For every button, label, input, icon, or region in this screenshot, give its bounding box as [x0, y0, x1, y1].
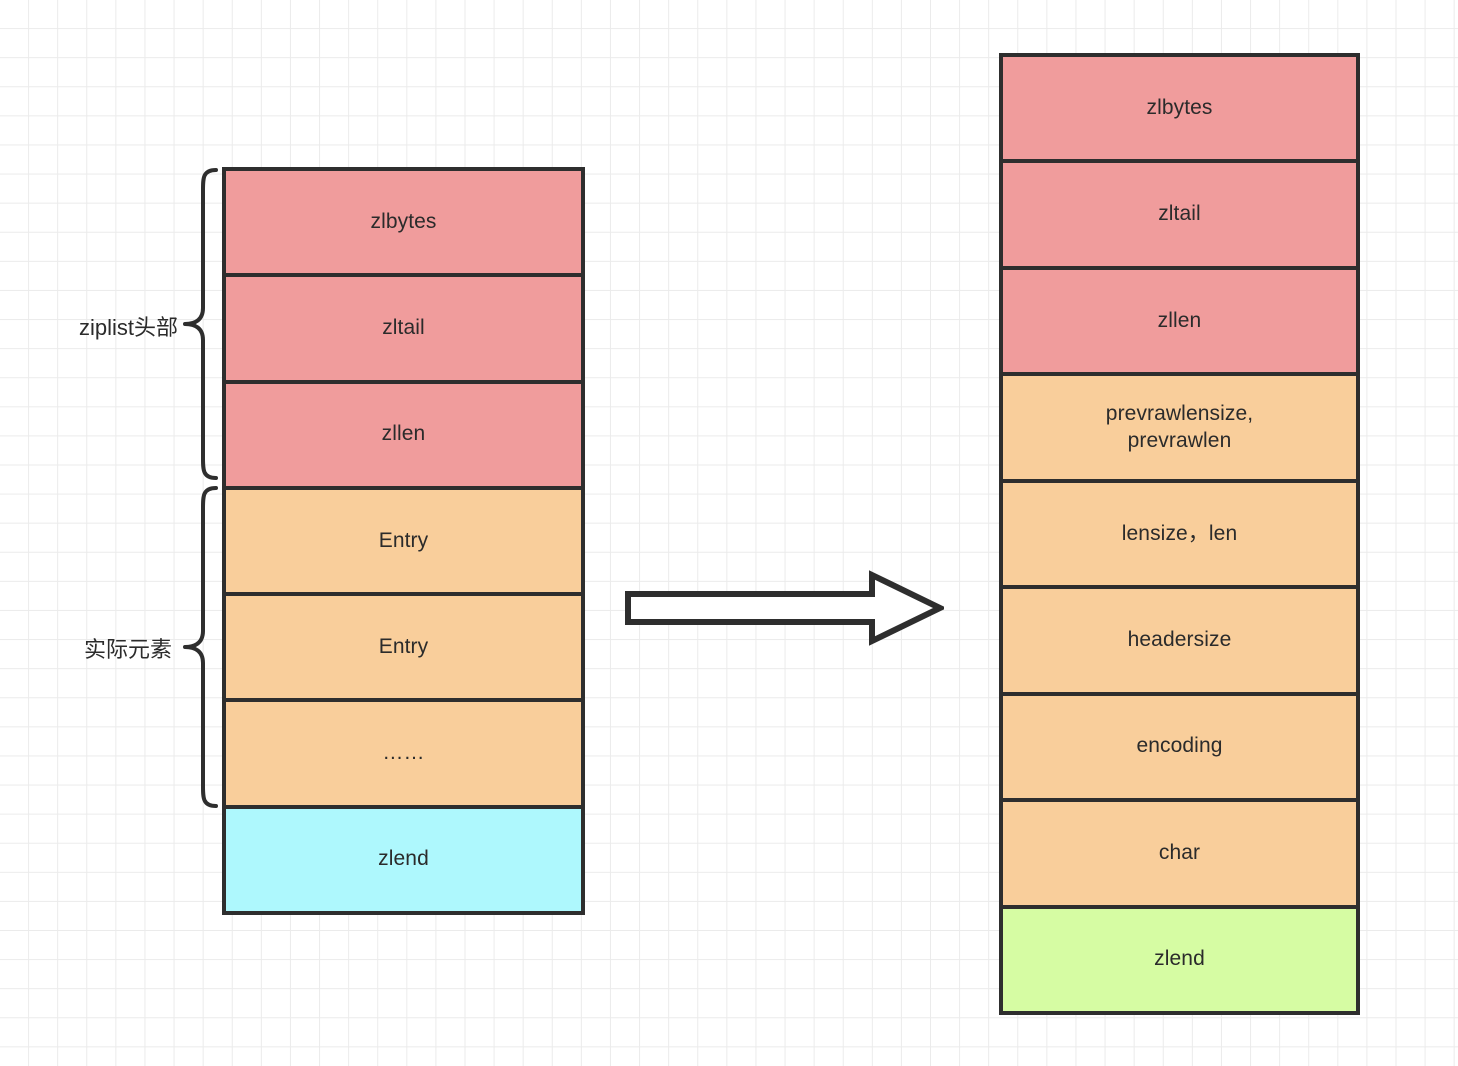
stack-cell-zltail-left: zltail [226, 277, 581, 384]
left-ziplist-stack: zlbytes zltail zllen Entry Entry …… zlen… [222, 167, 585, 915]
stack-cell-zlbytes-right: zlbytes [1003, 57, 1356, 164]
stack-cell-encoding: encoding [1003, 695, 1356, 803]
brace-actual-elements [183, 486, 218, 808]
stack-cell-zlend-right: zlend [1003, 908, 1356, 1011]
stack-cell-zllen-right: zllen [1003, 269, 1356, 377]
stack-cell-zlbytes-left: zlbytes [226, 171, 581, 278]
brace-ziplist-header [183, 168, 218, 480]
stack-cell-prevrawlen: prevrawlensize, prevrawlen [1003, 376, 1356, 483]
stack-cell-entry-2: Entry [226, 596, 581, 703]
stack-cell-zlend-left: zlend [226, 808, 581, 911]
diagram-canvas: zlbytes zltail zllen Entry Entry …… zlen… [0, 0, 1458, 1066]
stack-cell-zllen-left: zllen [226, 383, 581, 490]
stack-cell-zltail-right: zltail [1003, 163, 1356, 270]
stack-cell-char: char [1003, 802, 1356, 909]
stack-cell-entry-ellipsis: …… [226, 702, 581, 809]
stack-cell-lensize-len: lensize，len [1003, 482, 1356, 590]
stack-cell-headersize: headersize [1003, 589, 1356, 696]
annotation-label-ziplist-header: ziplist头部 [78, 315, 178, 340]
right-block-arrow-icon [625, 570, 944, 646]
right-entry-detail-stack: zlbytes zltail zllen prevrawlensize, pre… [999, 53, 1360, 1015]
annotation-label-actual-elements: 实际元素 [83, 637, 172, 662]
stack-cell-entry-1: Entry [226, 489, 581, 597]
